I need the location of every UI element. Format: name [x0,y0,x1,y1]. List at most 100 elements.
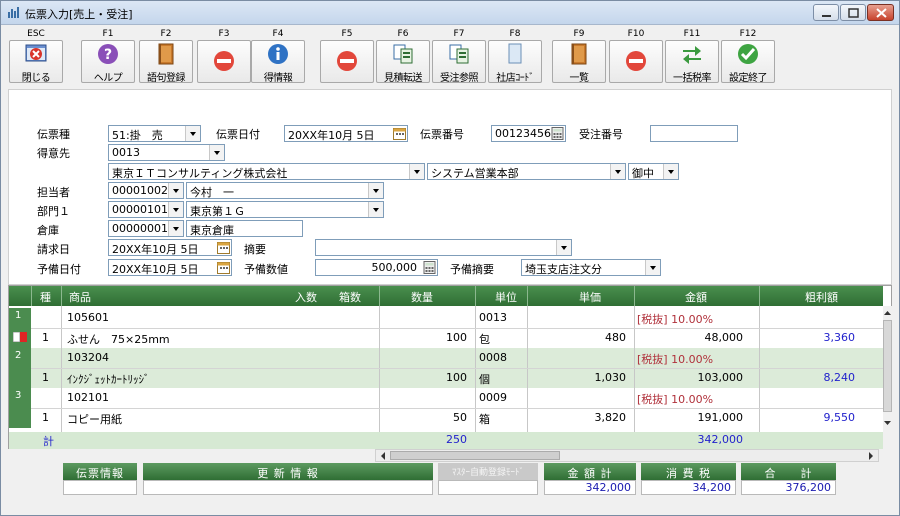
toolbar-label: 一括税率 [673,73,712,84]
reserve-number-field[interactable]: 500,000 [315,259,438,276]
finish-settings-button[interactable]: F12 設定終了 [721,26,775,84]
scroll-thumb[interactable] [390,451,560,460]
f5-disabled-button[interactable]: F5 [320,26,374,84]
chevron-down-icon[interactable] [368,183,383,198]
total-qty: 250 [446,433,467,446]
f10-disabled-button[interactable]: F10 [609,26,663,84]
key-label: F7 [453,29,465,39]
store-code-button[interactable]: F8 社店ｺｰﾄﾞ [488,26,542,84]
bulk-tax-rate-button[interactable]: F11 一括税率 [665,26,719,84]
info-icon [268,44,288,64]
chevron-down-icon[interactable] [209,145,224,160]
customer-code-value: 0013 [112,146,140,159]
dept-name-select[interactable]: 東京第１Ｇ [186,201,384,218]
chevron-down-icon[interactable] [645,260,660,275]
chevron-down-icon[interactable] [556,240,571,255]
slip-date-field[interactable]: 20XX年10月 5日 [284,125,408,142]
customer-name-select[interactable]: 東京ＩＴコンサルティング株式会社 [108,163,425,180]
slip-header-form: 伝票種 51:掛 売 伝票日付 20XX年10月 5日 伝票番号 0012345… [8,89,892,285]
chevron-down-icon[interactable] [168,221,183,236]
item-kind: 1 [42,411,49,424]
row-number: 2 [9,348,31,388]
item-name: ふせん 75×25mm [67,333,170,346]
order-reference-button-face[interactable]: 受注参照 [432,40,486,84]
close-button-face[interactable]: 閉じる [9,40,63,84]
f3-disabled-button[interactable]: F3 [197,26,251,84]
scroll-thumb[interactable] [883,320,892,412]
calendar-icon[interactable] [217,241,230,254]
customer-info-button-face[interactable]: 得情報 [251,40,305,84]
list-button-face[interactable]: 一覧 [552,40,606,84]
slip-type-label: 伝票種 [37,128,70,141]
scroll-left-icon[interactable] [378,451,388,461]
bulk-tax-rate-button-face[interactable]: 一括税率 [665,40,719,84]
col-price: 単価 [579,291,601,304]
col-qty: 数量 [411,291,433,304]
reserve-summary-label: 予備摘要 [450,263,494,276]
scroll-right-icon[interactable] [866,451,876,461]
grid-header: 種 商品 入数 箱数 数量 単位 単価 金額 粗利額 [9,286,883,306]
scroll-down-icon[interactable] [883,418,892,428]
scroll-up-icon[interactable] [883,308,892,318]
finish-settings-button-face[interactable]: 設定終了 [721,40,775,84]
slip-info-label: 伝票情報 [63,463,137,480]
warehouse-code-select[interactable]: 00000001 [108,220,184,237]
help-button-face[interactable]: ? ヘルプ [81,40,135,84]
summary-select[interactable] [315,239,572,256]
billing-date-field[interactable]: 20XX年10月 5日 [108,239,232,256]
order-number-field[interactable] [650,125,738,142]
chevron-down-icon[interactable] [168,183,183,198]
chevron-down-icon[interactable] [185,126,200,141]
register-phrase-button[interactable]: F2 語句登録 [139,26,193,84]
dept-code-value: 00000101 [112,203,168,216]
calculator-icon[interactable] [551,127,564,140]
order-reference-button[interactable]: F7 受注参照 [432,26,486,84]
calendar-icon[interactable] [217,261,230,274]
grand-total-value: 376,200 [741,480,836,495]
quote-transfer-button[interactable]: F6 見積転送 [376,26,430,84]
vertical-scrollbar[interactable] [883,306,892,450]
chevron-down-icon[interactable] [663,164,678,179]
staff-name-select[interactable]: 今村 一 [186,182,384,199]
slip-type-value: 51:掛 売 [112,129,163,142]
minimize-button[interactable] [813,4,839,21]
calculator-icon[interactable] [423,261,436,274]
close-window-button[interactable] [867,4,894,21]
reserve-date-field[interactable]: 20XX年10月 5日 [108,259,232,276]
slip-number-field[interactable]: 00123456 [491,125,566,142]
customer-info-button[interactable]: F4 得情報 [251,26,305,84]
item-code: 102101 [67,391,109,404]
dept-code-select[interactable]: 00000101 [108,201,184,218]
register-phrase-button-face[interactable]: 語句登録 [139,40,193,84]
maximize-button[interactable] [840,4,866,21]
master-auto-register-button[interactable]: ﾏｽﾀｰ自動登録ﾓｰﾄﾞ [438,463,538,480]
horizontal-scrollbar[interactable] [375,449,879,462]
unit-name: 包 [479,333,490,346]
chevron-down-icon[interactable] [168,202,183,217]
update-info-value [143,480,433,495]
honorific-select[interactable]: 御中 [628,163,679,180]
chevron-down-icon[interactable] [409,164,424,179]
customer-dept-select[interactable]: システム営業本部 [427,163,626,180]
f3-button-face[interactable] [197,40,251,83]
list-button[interactable]: F9 一覧 [552,26,606,84]
help-button[interactable]: F1 ? ヘルプ [81,26,135,84]
customer-code-select[interactable]: 0013 [108,144,225,161]
tax-type: [税抜] 10.00% [637,353,714,366]
chevron-down-icon[interactable] [368,202,383,217]
item-qty: 100 [446,331,467,344]
chevron-down-icon[interactable] [610,164,625,179]
quote-transfer-button-face[interactable]: 見積転送 [376,40,430,84]
toolbar-label: 設定終了 [729,73,768,84]
calendar-icon[interactable] [393,127,406,140]
slip-type-select[interactable]: 51:掛 売 [108,125,201,142]
warehouse-name-field[interactable]: 東京倉庫 [186,220,303,237]
f5-button-face[interactable] [320,40,374,83]
total-label: 計 [43,435,54,448]
reserve-summary-select[interactable]: 埼玉支店注文分 [521,259,661,276]
billing-date-value: 20XX年10月 5日 [112,243,199,256]
staff-code-select[interactable]: 00001002 [108,182,184,199]
store-code-button-face[interactable]: 社店ｺｰﾄﾞ [488,40,542,84]
close-button[interactable]: ESC 閉じる [9,26,63,84]
f10-button-face[interactable] [609,40,663,83]
